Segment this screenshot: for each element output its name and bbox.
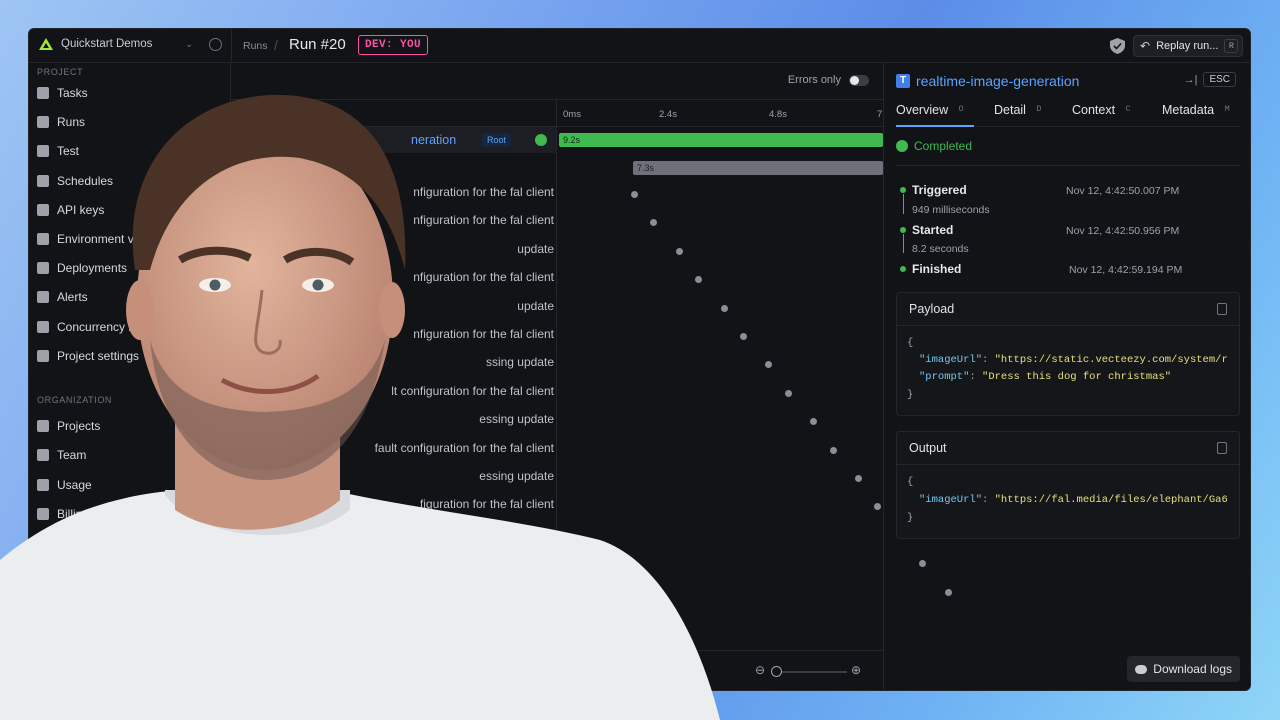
task-title: T realtime-image-generation <box>896 73 1079 89</box>
tab-overview[interactable]: Overview O <box>896 101 974 127</box>
output-card: Output { "imageUrl": "https://fal.media/… <box>896 431 1240 539</box>
finished-date: Nov 12, 4:42:59.194 PM <box>1069 264 1183 276</box>
replay-shortcut: R <box>1224 39 1239 53</box>
code-line: } <box>907 389 914 401</box>
span-event-dot[interactable] <box>784 389 792 397</box>
zoom-out-icon[interactable]: ⊖ <box>755 663 765 677</box>
tick-label: 4.8s <box>769 109 787 120</box>
shield-icon[interactable] <box>1110 38 1125 54</box>
completed-check-icon <box>896 140 908 152</box>
zoom-slider-track[interactable] <box>775 671 847 673</box>
timeline-dot <box>900 266 906 272</box>
code-line: { <box>907 337 914 349</box>
tab-detail[interactable]: Detail D <box>994 101 1054 127</box>
copy-icon[interactable] <box>1217 442 1227 454</box>
span-event-dot[interactable] <box>720 304 728 312</box>
esc-button[interactable]: ESC <box>1203 72 1236 87</box>
download-label: Download logs <box>1153 662 1232 676</box>
collapse-icon: →| <box>1183 73 1198 86</box>
timeline-dot <box>900 227 906 233</box>
gap-duration: 8.2 seconds <box>912 243 969 255</box>
span-event-dot[interactable] <box>855 475 862 482</box>
task-name[interactable]: realtime-image-generation <box>916 73 1079 89</box>
code-line: } <box>907 512 914 524</box>
json-value: "Dress this dog for christmas" <box>982 371 1172 383</box>
toggle-switch[interactable] <box>849 74 869 86</box>
run-timeline: Triggered Nov 12, 4:42:50.007 PM 949 mil… <box>900 179 1240 279</box>
errors-only-toggle[interactable]: Errors only <box>788 74 869 86</box>
timeline-dot <box>900 187 906 193</box>
tab-shortcut: C <box>1125 104 1131 114</box>
output-title: Output <box>909 441 947 455</box>
span-event-dot[interactable] <box>829 446 837 454</box>
code-line: "prompt": "Dress this dog for christmas" <box>919 371 1172 383</box>
inspector-tabs: Overview O Detail D Context C Metadata M <box>896 101 1240 127</box>
timeline-line <box>903 234 904 253</box>
json-value: "https://fal.media/files/elephant/Ga6 <box>994 494 1228 506</box>
run-status: Completed <box>896 139 972 153</box>
started-label: Started <box>912 223 954 237</box>
finished-label: Finished <box>912 262 962 276</box>
span-event-dot[interactable] <box>740 333 747 340</box>
json-value: "https://static.vecteezy.com/system/r <box>994 354 1228 366</box>
download-logs-button[interactable]: Download logs <box>1127 656 1240 682</box>
inspector-panel: T realtime-image-generation →| ESC Overv… <box>883 63 1250 690</box>
copy-icon[interactable] <box>1217 303 1227 315</box>
tab-metadata[interactable]: Metadata M <box>1162 101 1234 127</box>
replay-run-button[interactable]: ↶ Replay run... R <box>1133 35 1244 57</box>
tab-label: Overview <box>896 103 949 117</box>
divider <box>897 464 1239 465</box>
divider <box>896 165 1240 166</box>
span-event-dot[interactable] <box>810 418 818 426</box>
json-key: "prompt" <box>919 371 970 383</box>
payload-card: Payload { "imageUrl": "https://static.ve… <box>896 292 1240 416</box>
gap-duration: 949 milliseconds <box>912 204 990 216</box>
cloud-download-icon <box>1135 664 1148 674</box>
tab-context[interactable]: Context C <box>1072 101 1144 127</box>
triggered-label: Triggered <box>912 183 967 197</box>
zoom-in-icon[interactable]: ⊕ <box>851 663 861 677</box>
triggered-date: Nov 12, 4:42:50.007 PM <box>1066 185 1180 197</box>
timeline-line <box>903 194 904 214</box>
tab-label: Metadata <box>1162 103 1215 117</box>
tab-label: Context <box>1072 103 1116 117</box>
started-date: Nov 12, 4:42:50.956 PM <box>1066 225 1180 237</box>
tab-shortcut: O <box>958 104 964 114</box>
code-line: "imageUrl": "https://fal.media/files/ele… <box>919 494 1228 506</box>
zoom-slider-handle[interactable] <box>771 666 782 677</box>
task-icon: T <box>896 74 910 88</box>
json-key: "imageUrl" <box>919 354 983 366</box>
code-line: { <box>907 476 914 488</box>
status-label: Completed <box>914 139 973 153</box>
payload-title: Payload <box>909 302 955 316</box>
replay-icon: ↶ <box>1140 39 1151 53</box>
code-line: "imageUrl": "https://static.vecteezy.com… <box>919 354 1228 366</box>
presenter-photo <box>0 94 720 720</box>
divider <box>897 325 1239 326</box>
tab-shortcut: D <box>1036 104 1042 114</box>
span-event-dot[interactable] <box>874 503 882 511</box>
span-event-dot[interactable] <box>765 361 773 369</box>
close-inspector[interactable]: →| ESC <box>1184 72 1236 87</box>
json-key: "imageUrl" <box>919 494 983 506</box>
tick-label: 7 <box>877 109 883 120</box>
replay-label: Replay run... <box>1156 40 1219 52</box>
tab-label: Detail <box>994 103 1026 117</box>
tab-shortcut: M <box>1224 104 1230 114</box>
errors-only-label: Errors only <box>787 74 841 86</box>
